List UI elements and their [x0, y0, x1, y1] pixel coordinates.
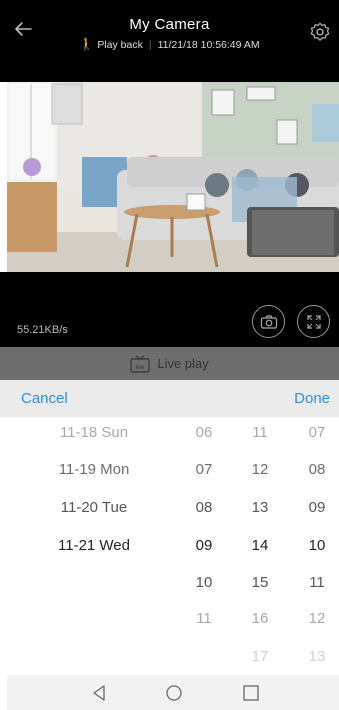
nav-back-icon[interactable]	[91, 684, 109, 702]
network-speed: 55.21KB/s	[17, 324, 68, 336]
second-option[interactable]: 11	[299, 573, 335, 593]
page-title: My Camera	[129, 16, 210, 33]
minute-option[interactable]: 17	[242, 647, 278, 667]
second-column[interactable]: 07 08 09 10 11 12 13	[299, 417, 335, 673]
fullscreen-icon	[306, 314, 321, 329]
hour-option[interactable]: 06	[186, 423, 222, 443]
live-play-label: Live play	[157, 356, 209, 371]
divider: |	[148, 39, 152, 51]
playback-label: Play back	[97, 39, 143, 51]
second-option[interactable]: 08	[299, 460, 335, 480]
date-column[interactable]: 11-18 Sun 11-19 Mon 11-20 Tue 11-21 Wed	[30, 417, 158, 673]
date-option[interactable]: 11-20 Tue	[30, 498, 158, 518]
minute-option[interactable]: 13	[242, 498, 278, 518]
playback-info: 🚶 Play back | 11/21/18 10:56:49 AM	[0, 37, 339, 51]
gear-icon[interactable]	[309, 21, 331, 43]
second-option[interactable]: 09	[299, 498, 335, 518]
hour-option[interactable]: 11	[186, 609, 222, 629]
cancel-button[interactable]: Cancel	[21, 390, 68, 407]
system-nav-bar	[7, 675, 339, 710]
hour-option-selected[interactable]: 09	[186, 536, 222, 556]
minute-option[interactable]: 16	[242, 609, 278, 629]
datetime-picker[interactable]: 11-18 Sun 11-19 Mon 11-20 Tue 11-21 Wed …	[0, 417, 339, 673]
date-option-selected[interactable]: 11-21 Wed	[30, 536, 158, 556]
tv-icon-text: live	[136, 365, 146, 371]
minute-option[interactable]: 11	[242, 423, 278, 443]
second-option-selected[interactable]: 10	[299, 536, 335, 556]
hour-option[interactable]: 10	[186, 573, 222, 593]
fullscreen-button[interactable]	[297, 305, 330, 338]
minute-option[interactable]: 15	[242, 573, 278, 593]
camera-video-feed[interactable]	[7, 82, 339, 272]
nav-recents-icon[interactable]	[242, 684, 260, 702]
hour-option[interactable]: 08	[186, 498, 222, 518]
second-option[interactable]: 07	[299, 423, 335, 443]
live-play-button[interactable]: live Live play	[0, 347, 339, 380]
nav-home-icon[interactable]	[165, 684, 183, 702]
playback-timestamp: 11/21/18 10:56:49 AM	[157, 39, 260, 51]
snapshot-button[interactable]	[252, 305, 285, 338]
hour-column[interactable]: 06 07 08 09 10 11	[186, 417, 222, 673]
date-option[interactable]: 11-18 Sun	[30, 423, 158, 443]
minute-option[interactable]: 12	[242, 460, 278, 480]
minute-option-selected[interactable]: 14	[242, 536, 278, 556]
camera-icon	[260, 314, 277, 329]
tv-icon: live	[130, 355, 150, 373]
second-option[interactable]: 13	[299, 647, 335, 667]
hour-option[interactable]: 07	[186, 460, 222, 480]
minute-column[interactable]: 11 12 13 14 15 16 17	[242, 417, 278, 673]
app-header: My Camera 🚶 Play back | 11/21/18 10:56:49 A…	[0, 0, 339, 82]
second-option[interactable]: 12	[299, 609, 335, 629]
date-option[interactable]: 11-19 Mon	[30, 460, 158, 480]
walking-person-icon: 🚶	[79, 37, 95, 51]
picker-toolbar: Cancel Done	[0, 380, 339, 417]
done-button[interactable]: Done	[294, 390, 330, 407]
